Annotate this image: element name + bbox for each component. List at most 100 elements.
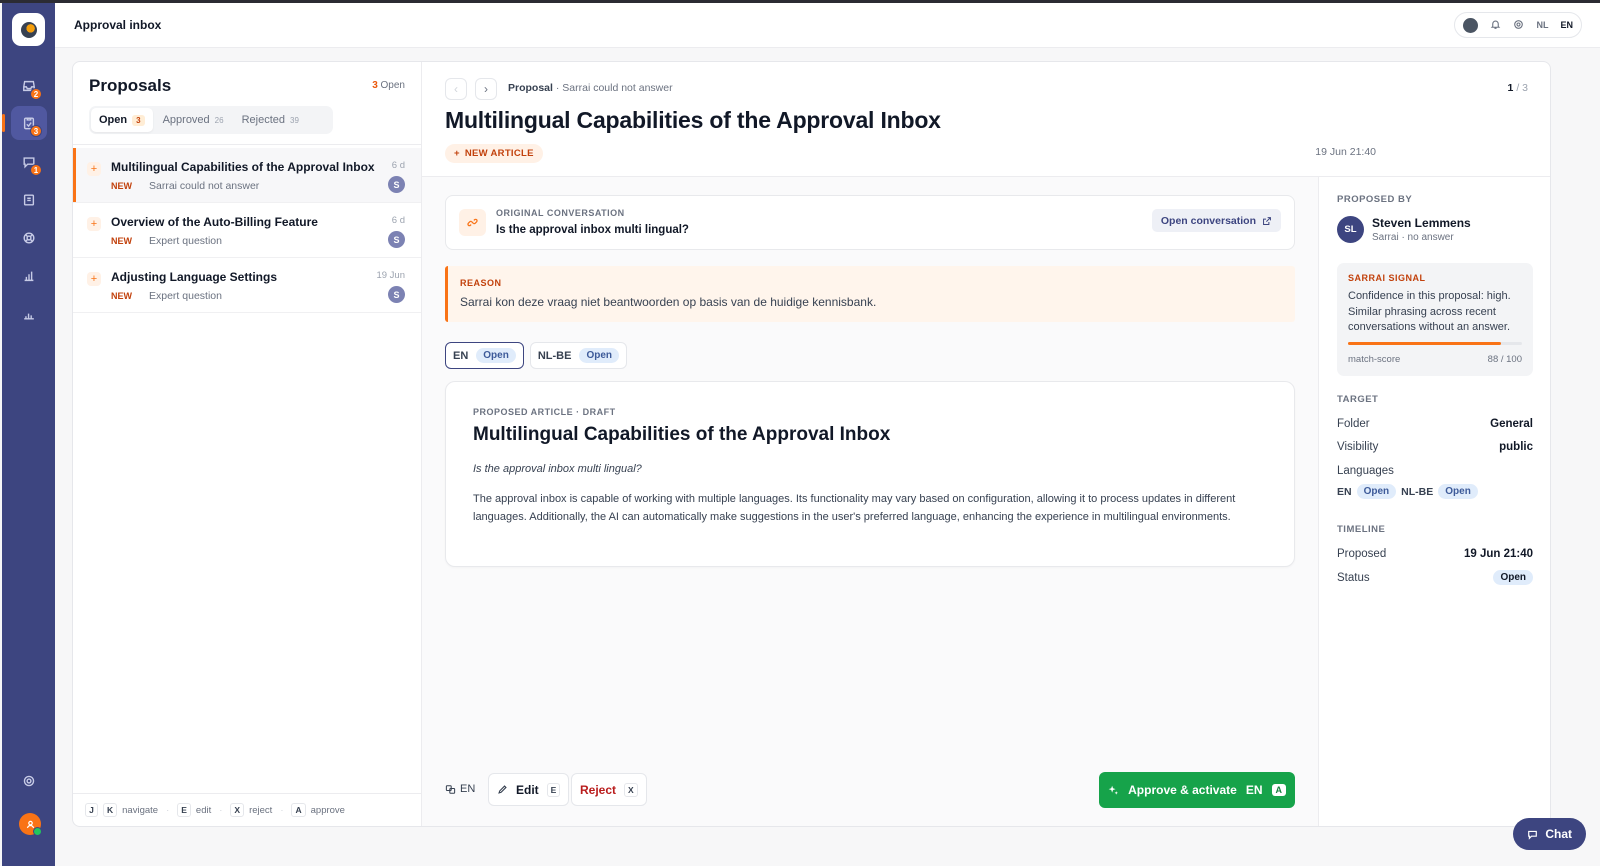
proposer-meta: Sarrai · no answer xyxy=(1372,232,1454,243)
breadcrumb: Proposal · Sarrai could not answer xyxy=(508,82,673,94)
status-pill: Open xyxy=(579,348,620,363)
item-title: Multilingual Capabilities of the Approva… xyxy=(111,160,375,174)
list-item[interactable]: + Overview of the Auto-Billing Feature N… xyxy=(73,203,421,258)
key-k: K xyxy=(103,803,118,817)
language-indicator[interactable]: EN xyxy=(445,783,475,795)
metric-label: match-score xyxy=(1348,354,1401,365)
tab-open[interactable]: Open 3 xyxy=(91,108,153,132)
prev-button[interactable]: ‹ xyxy=(445,78,467,100)
section-label: ORIGINAL CONVERSATION xyxy=(496,208,625,218)
rail-settings[interactable] xyxy=(11,764,47,798)
hint-separator: · xyxy=(166,804,170,816)
rail-conversations[interactable]: 1 xyxy=(11,145,47,179)
proposals-list: Proposals 3 Open Open 3 Approved 26 Reject… xyxy=(73,62,422,826)
lang-nl-button[interactable]: NL xyxy=(1536,20,1548,30)
edit-button[interactable]: Edit E xyxy=(488,773,570,806)
hint-edit: edit xyxy=(195,804,212,816)
list-title: Proposals xyxy=(89,76,172,95)
new-tag: NEW xyxy=(111,291,132,301)
item-age: 6 d xyxy=(391,160,405,171)
avatar: S xyxy=(388,231,405,248)
proposal-title: Multilingual Capabilities of the Approva… xyxy=(445,107,941,133)
chat-icon xyxy=(1528,830,1538,840)
item-title: Adjusting Language Settings xyxy=(111,270,278,284)
button-label: Edit xyxy=(516,782,539,797)
button-label: Approve & activate xyxy=(1128,783,1237,797)
rail-knowledge[interactable] xyxy=(11,183,47,217)
list-item[interactable]: + Adjusting Language Settings NEW Expert… xyxy=(73,258,421,313)
user-icon xyxy=(26,820,34,828)
proposed-row: Proposed 19 Jun 21:40 xyxy=(1337,548,1533,560)
reject-button[interactable]: Reject X xyxy=(571,773,647,806)
rail-reports[interactable] xyxy=(11,297,47,331)
help-button[interactable] xyxy=(1513,18,1524,33)
item-age: 19 Jun xyxy=(376,270,405,281)
pager-total: / 3 xyxy=(1516,82,1528,94)
status-pill: Open xyxy=(1356,484,1397,499)
proposals-badge: 3 xyxy=(30,125,42,137)
lang-code: NL-BE xyxy=(1401,485,1434,498)
rail-inbox[interactable]: 2 xyxy=(11,69,47,103)
status-badge: Open xyxy=(1493,570,1533,585)
next-button[interactable]: › xyxy=(475,78,497,100)
shortcut-hints: J K navigate · E edit · X reject · A app… xyxy=(73,793,421,826)
tab-approved[interactable]: Approved 26 xyxy=(155,108,232,132)
visibility-row: Visibility public xyxy=(1337,441,1533,453)
bell-icon xyxy=(1491,20,1501,29)
original-question: Is the approval inbox multi lingual? xyxy=(496,224,689,236)
key-x: X xyxy=(230,803,245,817)
approve-lang: EN xyxy=(1245,783,1263,797)
theme-toggle[interactable] xyxy=(1463,17,1479,33)
row-label: Visibility xyxy=(1337,441,1379,453)
article-preview: PROPOSED ARTICLE · DRAFT Multilingual Ca… xyxy=(445,381,1295,567)
page-title: Approval inbox xyxy=(74,18,162,32)
user-avatar[interactable] xyxy=(19,813,42,836)
approve-activate-button[interactable]: Approve & activate EN A xyxy=(1099,772,1295,808)
row-label: Folder xyxy=(1337,418,1370,430)
chevron-right-icon: › xyxy=(484,82,488,96)
open-conversation-button[interactable]: Open conversation xyxy=(1151,209,1281,232)
top-tools: NL EN xyxy=(1454,12,1582,38)
proposal-sidebar: PROPOSED BY SL Steven Lemmens Sarrai · n… xyxy=(1319,177,1550,826)
open-count-label: Open xyxy=(380,80,405,91)
key-x: X xyxy=(624,782,638,797)
avatar: S xyxy=(388,176,405,193)
tab-lang-en[interactable]: EN Open xyxy=(445,342,524,369)
rail-support[interactable] xyxy=(11,221,47,255)
key-a: A xyxy=(291,803,306,817)
crumb-reason: · Sarrai could not answer xyxy=(555,82,673,94)
rail-proposals[interactable]: 3 xyxy=(2,106,47,140)
badge-label: NEW ARTICLE xyxy=(464,148,534,159)
chat-button[interactable]: Chat xyxy=(1513,818,1586,850)
tab-lang-nl-be[interactable]: NL-BE Open xyxy=(529,342,628,369)
button-label: Open conversation xyxy=(1160,214,1256,227)
reason-text: Sarrai kon deze vraag niet beantwoorden … xyxy=(460,295,877,309)
tab-count: 39 xyxy=(290,115,299,125)
item-age: 6 d xyxy=(391,215,405,226)
conversations-badge: 1 xyxy=(30,164,42,176)
article-body: The approval inbox is capable of working… xyxy=(473,493,1236,523)
bar-chart-icon xyxy=(24,271,34,282)
app-logo[interactable] xyxy=(12,13,45,46)
inbox-badge: 2 xyxy=(30,88,42,100)
crumb-type: Proposal xyxy=(508,82,553,94)
languages-row: Languages xyxy=(1337,465,1533,477)
pager-current: 1 xyxy=(1507,82,1514,94)
row-label: Proposed xyxy=(1337,548,1387,560)
button-label: Reject xyxy=(580,782,617,797)
notifications-button[interactable] xyxy=(1490,18,1501,33)
rail-analytics[interactable] xyxy=(11,259,47,293)
section-label: TIMELINE xyxy=(1337,524,1386,535)
plus-icon: + xyxy=(87,162,101,176)
lang-en-button[interactable]: EN xyxy=(1560,20,1573,30)
tab-label: Approved xyxy=(162,114,210,126)
visibility-value: public xyxy=(1499,441,1533,453)
tab-label: Rejected xyxy=(241,114,285,126)
pager: 1 / 3 xyxy=(1508,82,1528,94)
tab-rejected[interactable]: Rejected 39 xyxy=(234,108,307,132)
status-tabs: Open 3 Approved 26 Rejected 39 xyxy=(89,106,333,134)
list-item[interactable]: + Multilingual Capabilities of the Appro… xyxy=(73,148,421,203)
article-question: Is the approval inbox multi lingual? xyxy=(473,463,642,475)
tab-count: 3 xyxy=(132,114,145,126)
folder-value: General xyxy=(1490,418,1533,430)
